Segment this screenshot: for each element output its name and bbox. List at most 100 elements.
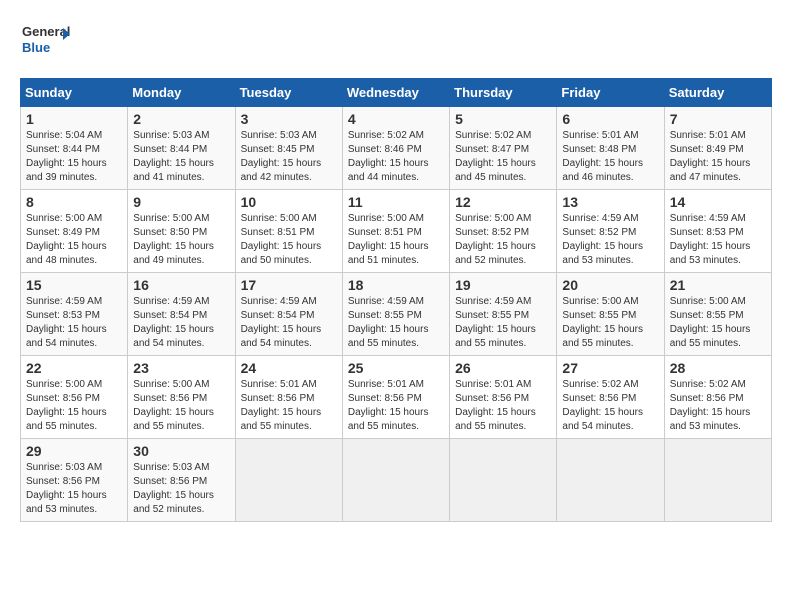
calendar-cell [450, 439, 557, 522]
calendar-cell: 16Sunrise: 4:59 AMSunset: 8:54 PMDayligh… [128, 273, 235, 356]
calendar-cell: 27Sunrise: 5:02 AMSunset: 8:56 PMDayligh… [557, 356, 664, 439]
day-number: 24 [241, 360, 337, 376]
day-detail: Sunrise: 5:03 AMSunset: 8:45 PMDaylight:… [241, 129, 337, 185]
calendar-cell [557, 439, 664, 522]
calendar-cell: 5 Sunrise: 5:02 AMSunset: 8:47 PMDaylight… [450, 107, 557, 190]
day-detail: Sunrise: 5:02 AMSunset: 8:56 PMDaylight:… [670, 378, 766, 434]
calendar-cell: 23Sunrise: 5:00 AMSunset: 8:56 PMDayligh… [128, 356, 235, 439]
weekday-header-thursday: Thursday [450, 79, 557, 107]
calendar-cell: 14 Sunrise: 4:59 AMSunset: 8:53 PMDayligh… [664, 190, 771, 273]
calendar-cell: 25 Sunrise: 5:01 AMSunset: 8:56 PMDayligh… [342, 356, 449, 439]
day-detail: Sunrise: 5:00 AMSunset: 8:55 PMDaylight:… [562, 295, 658, 351]
day-number: 2 [133, 111, 229, 127]
calendar-cell: 6 Sunrise: 5:01 AMSunset: 8:48 PMDaylight… [557, 107, 664, 190]
weekday-header-saturday: Saturday [664, 79, 771, 107]
header: General Blue [20, 20, 772, 62]
calendar-cell [235, 439, 342, 522]
day-detail: Sunrise: 5:02 AMSunset: 8:46 PMDaylight:… [348, 129, 444, 185]
day-number: 6 [562, 111, 658, 127]
day-number: 15 [26, 277, 122, 293]
calendar-cell: 12 Sunrise: 5:00 AMSunset: 8:52 PMDayligh… [450, 190, 557, 273]
calendar-cell: 13 Sunrise: 4:59 AMSunset: 8:52 PMDayligh… [557, 190, 664, 273]
day-number: 7 [670, 111, 766, 127]
calendar-cell: 2 Sunrise: 5:03 AMSunset: 8:44 PMDaylight… [128, 107, 235, 190]
day-number: 21 [670, 277, 766, 293]
day-detail: Sunrise: 5:00 AMSunset: 8:51 PMDaylight:… [241, 212, 337, 268]
weekday-header-tuesday: Tuesday [235, 79, 342, 107]
calendar-cell: 28 Sunrise: 5:02 AMSunset: 8:56 PMDayligh… [664, 356, 771, 439]
calendar-cell: 3 Sunrise: 5:03 AMSunset: 8:45 PMDaylight… [235, 107, 342, 190]
calendar-table: SundayMondayTuesdayWednesdayThursdayFrid… [20, 78, 772, 522]
calendar-cell: 18Sunrise: 4:59 AMSunset: 8:55 PMDayligh… [342, 273, 449, 356]
day-number: 20 [562, 277, 658, 293]
weekday-header-row: SundayMondayTuesdayWednesdayThursdayFrid… [21, 79, 772, 107]
calendar-cell: 1Sunrise: 5:04 AMSunset: 8:44 PMDaylight… [21, 107, 128, 190]
calendar-cell: 26 Sunrise: 5:01 AMSunset: 8:56 PMDayligh… [450, 356, 557, 439]
day-number: 29 [26, 443, 122, 459]
day-detail: Sunrise: 5:01 AMSunset: 8:56 PMDaylight:… [241, 378, 337, 434]
calendar-cell: 30 Sunrise: 5:03 AMSunset: 8:56 PMDayligh… [128, 439, 235, 522]
day-number: 23 [133, 360, 229, 376]
calendar-cell: 29 Sunrise: 5:03 AMSunset: 8:56 PMDayligh… [21, 439, 128, 522]
day-number: 12 [455, 194, 551, 210]
calendar-cell: 22Sunrise: 5:00 AMSunset: 8:56 PMDayligh… [21, 356, 128, 439]
day-detail: Sunrise: 5:00 AMSunset: 8:56 PMDaylight:… [26, 378, 122, 434]
weekday-header-sunday: Sunday [21, 79, 128, 107]
day-detail: Sunrise: 5:00 AMSunset: 8:52 PMDaylight:… [455, 212, 551, 268]
day-detail: Sunrise: 5:00 AMSunset: 8:51 PMDaylight:… [348, 212, 444, 268]
day-detail: Sunrise: 5:03 AMSunset: 8:44 PMDaylight:… [133, 129, 229, 185]
day-detail: Sunrise: 5:02 AMSunset: 8:47 PMDaylight:… [455, 129, 551, 185]
day-detail: Sunrise: 5:01 AMSunset: 8:56 PMDaylight:… [348, 378, 444, 434]
calendar-cell: 17 Sunrise: 4:59 AMSunset: 8:54 PMDayligh… [235, 273, 342, 356]
weekday-header-monday: Monday [128, 79, 235, 107]
calendar-cell: 7Sunrise: 5:01 AMSunset: 8:49 PMDaylight… [664, 107, 771, 190]
calendar-cell: 11 Sunrise: 5:00 AMSunset: 8:51 PMDayligh… [342, 190, 449, 273]
day-detail: Sunrise: 5:03 AMSunset: 8:56 PMDaylight:… [133, 461, 229, 517]
day-detail: Sunrise: 4:59 AMSunset: 8:53 PMDaylight:… [670, 212, 766, 268]
day-number: 3 [241, 111, 337, 127]
calendar-week-row: 15 Sunrise: 4:59 AMSunset: 8:53 PMDayligh… [21, 273, 772, 356]
day-detail: Sunrise: 5:00 AMSunset: 8:50 PMDaylight:… [133, 212, 229, 268]
day-detail: Sunrise: 5:03 AMSunset: 8:56 PMDaylight:… [26, 461, 122, 517]
weekday-header-wednesday: Wednesday [342, 79, 449, 107]
svg-text:General: General [22, 24, 70, 39]
day-number: 5 [455, 111, 551, 127]
calendar-cell: 4 Sunrise: 5:02 AMSunset: 8:46 PMDaylight… [342, 107, 449, 190]
calendar-cell: 24 Sunrise: 5:01 AMSunset: 8:56 PMDayligh… [235, 356, 342, 439]
day-number: 30 [133, 443, 229, 459]
calendar-cell [342, 439, 449, 522]
calendar-cell: 10Sunrise: 5:00 AMSunset: 8:51 PMDayligh… [235, 190, 342, 273]
calendar-week-row: 8Sunrise: 5:00 AMSunset: 8:49 PMDaylight… [21, 190, 772, 273]
day-detail: Sunrise: 4:59 AMSunset: 8:54 PMDaylight:… [133, 295, 229, 351]
calendar-cell: 21 Sunrise: 5:00 AMSunset: 8:55 PMDayligh… [664, 273, 771, 356]
day-detail: Sunrise: 5:00 AMSunset: 8:55 PMDaylight:… [670, 295, 766, 351]
day-number: 19 [455, 277, 551, 293]
day-detail: Sunrise: 5:01 AMSunset: 8:48 PMDaylight:… [562, 129, 658, 185]
calendar-cell: 20 Sunrise: 5:00 AMSunset: 8:55 PMDayligh… [557, 273, 664, 356]
day-number: 14 [670, 194, 766, 210]
logo-icon: General Blue [20, 20, 70, 62]
day-detail: Sunrise: 4:59 AMSunset: 8:53 PMDaylight:… [26, 295, 122, 351]
day-number: 11 [348, 194, 444, 210]
day-number: 28 [670, 360, 766, 376]
calendar-week-row: 22Sunrise: 5:00 AMSunset: 8:56 PMDayligh… [21, 356, 772, 439]
day-detail: Sunrise: 4:59 AMSunset: 8:55 PMDaylight:… [455, 295, 551, 351]
day-number: 18 [348, 277, 444, 293]
svg-text:Blue: Blue [22, 40, 50, 55]
day-number: 17 [241, 277, 337, 293]
calendar-cell [664, 439, 771, 522]
day-detail: Sunrise: 4:59 AMSunset: 8:52 PMDaylight:… [562, 212, 658, 268]
calendar-cell: 19 Sunrise: 4:59 AMSunset: 8:55 PMDayligh… [450, 273, 557, 356]
day-number: 13 [562, 194, 658, 210]
day-number: 27 [562, 360, 658, 376]
day-detail: Sunrise: 5:01 AMSunset: 8:56 PMDaylight:… [455, 378, 551, 434]
calendar-week-row: 29 Sunrise: 5:03 AMSunset: 8:56 PMDayligh… [21, 439, 772, 522]
day-detail: Sunrise: 5:00 AMSunset: 8:49 PMDaylight:… [26, 212, 122, 268]
day-number: 26 [455, 360, 551, 376]
day-number: 25 [348, 360, 444, 376]
calendar-cell: 9Sunrise: 5:00 AMSunset: 8:50 PMDaylight… [128, 190, 235, 273]
calendar-cell: 8Sunrise: 5:00 AMSunset: 8:49 PMDaylight… [21, 190, 128, 273]
weekday-header-friday: Friday [557, 79, 664, 107]
day-number: 4 [348, 111, 444, 127]
day-detail: Sunrise: 4:59 AMSunset: 8:54 PMDaylight:… [241, 295, 337, 351]
